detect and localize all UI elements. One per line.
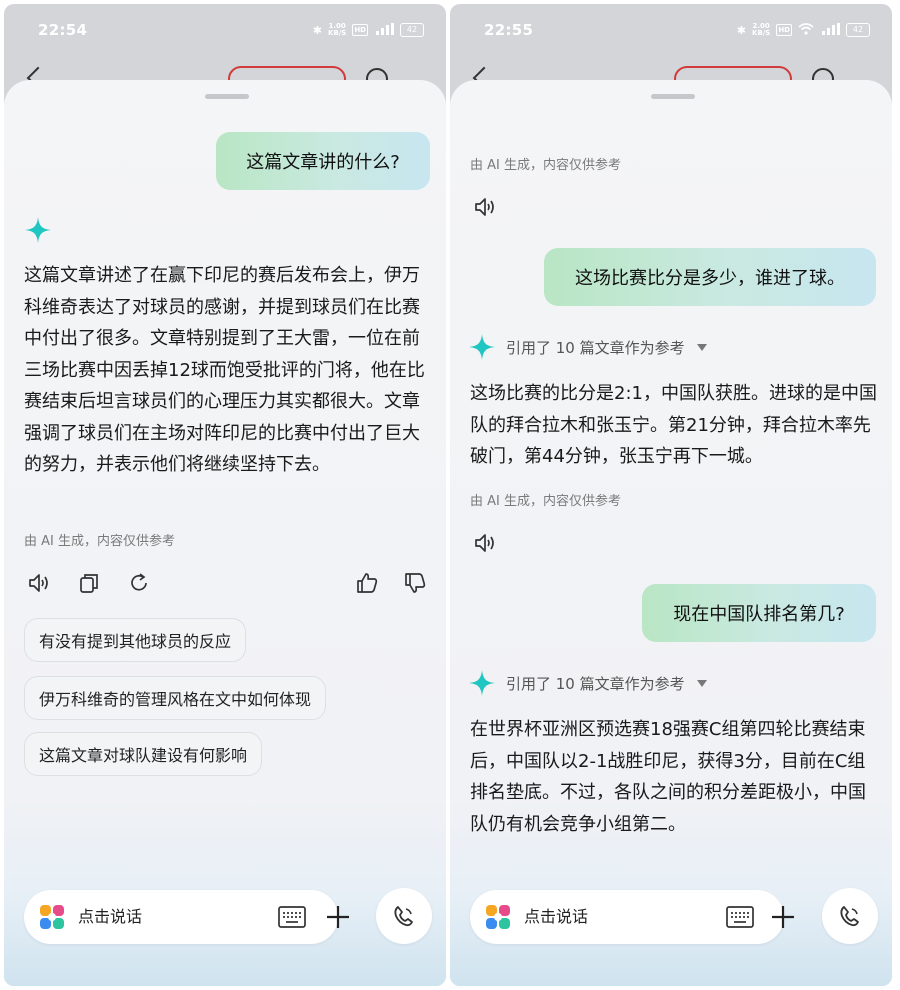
voice-call-button[interactable] xyxy=(822,888,878,944)
suggestion-chip[interactable]: 有没有提到其他球员的反应 xyxy=(24,618,247,662)
speaker-icon[interactable] xyxy=(26,570,52,596)
ai-disclaimer: 由 AI 生成，内容仅供参考 xyxy=(24,534,175,549)
signal-icon xyxy=(374,22,394,38)
net-speed-unit: KB/S xyxy=(751,29,771,37)
left-screen: 22:54 ✱ 1.00 KB/S HD 42 这篇文章讲的什么? 这篇文章讲述… xyxy=(4,4,446,986)
keyboard-icon[interactable] xyxy=(726,906,754,928)
ai-disclaimer: 由 AI 生成，内容仅供参考 xyxy=(470,158,621,173)
hd-badge: HD xyxy=(776,24,792,36)
thumbs-up-icon[interactable] xyxy=(354,570,380,596)
suggestion-chip[interactable]: 伊万科维奇的管理风格在文中如何体现 xyxy=(24,676,327,720)
voice-call-icon xyxy=(840,906,859,927)
sparkle-icon xyxy=(25,217,51,243)
chevron-down-icon xyxy=(696,679,707,687)
assistant-sheet: 这篇文章讲的什么? 这篇文章讲述了在赢下印尼的赛后发布会上，伊万科维奇表达了对球… xyxy=(4,80,446,986)
copy-icon[interactable] xyxy=(76,570,102,596)
keyboard-icon[interactable] xyxy=(278,906,306,928)
bluetooth-icon: ✱ xyxy=(312,23,322,37)
user-message-bubble: 现在中国队排名第几? xyxy=(642,584,876,642)
plus-icon[interactable] xyxy=(770,904,796,930)
ai-answer: 这篇文章讲述了在赢下印尼的赛后发布会上，伊万科维奇表达了对球员的感谢，并提到球员… xyxy=(24,265,425,475)
reference-label: 引用了 10 篇文章作为参考 xyxy=(506,338,685,357)
speaker-icon[interactable] xyxy=(472,530,498,556)
user-message-bubble: 这篇文章讲的什么? xyxy=(216,132,430,190)
reference-label: 引用了 10 篇文章作为参考 xyxy=(506,674,685,693)
status-time: 22:54 xyxy=(38,21,88,39)
right-screen: 22:55 ✱ 2.00 KB/S HD 42 由 AI 生成，内容仅供参考 这… xyxy=(450,4,892,986)
wifi-icon xyxy=(798,22,814,38)
status-icons: ✱ 1.00 KB/S HD 42 xyxy=(312,22,424,38)
thumbs-down-icon[interactable] xyxy=(402,570,428,596)
status-time: 22:55 xyxy=(484,21,534,39)
net-speed-unit: KB/S xyxy=(327,29,347,37)
status-icons: ✱ 2.00 KB/S HD 42 xyxy=(736,22,870,38)
voice-input-bar[interactable]: 点击说话 xyxy=(24,890,349,944)
status-bar: 22:55 ✱ 2.00 KB/S HD 42 xyxy=(450,4,892,56)
ai-disclaimer: 由 AI 生成，内容仅供参考 xyxy=(470,494,621,509)
hd-badge: HD xyxy=(352,24,368,36)
plus-icon[interactable] xyxy=(325,904,351,930)
user-message-bubble: 这场比赛比分是多少，谁进了球。 xyxy=(544,248,876,306)
ai-answer: 这场比赛的比分是2:1，中国队获胜。进球的是中国队的拜合拉木和张玉宁。第21分钟… xyxy=(470,383,877,467)
reference-dropdown[interactable]: 引用了 10 篇文章作为参考 xyxy=(506,336,707,358)
sparkle-icon xyxy=(469,670,495,696)
assistant-sheet: 由 AI 生成，内容仅供参考 这场比赛比分是多少，谁进了球。 引用了 10 篇文… xyxy=(450,80,892,986)
voice-input-label: 点击说话 xyxy=(78,907,143,926)
chevron-down-icon xyxy=(696,343,707,351)
battery-indicator: 42 xyxy=(846,23,870,37)
ai-answer: 在世界杯亚洲区预选赛18强赛C组第四轮比赛结束后，中国队以2-1战胜印尼，获得3… xyxy=(470,719,866,835)
voice-input-bar[interactable]: 点击说话 xyxy=(470,890,794,944)
sheet-grabber[interactable] xyxy=(651,94,695,99)
reference-dropdown[interactable]: 引用了 10 篇文章作为参考 xyxy=(506,672,707,694)
sheet-grabber[interactable] xyxy=(205,94,249,99)
voice-call-icon xyxy=(394,906,413,927)
sparkle-icon xyxy=(469,334,495,360)
app-logo-icon xyxy=(40,905,64,929)
signal-icon xyxy=(820,22,840,38)
app-logo-icon xyxy=(486,905,510,929)
network-speed: 1.00 KB/S xyxy=(328,23,346,37)
battery-indicator: 42 xyxy=(400,23,424,37)
status-bar: 22:54 ✱ 1.00 KB/S HD 42 xyxy=(4,4,446,56)
bluetooth-icon: ✱ xyxy=(736,23,746,37)
voice-input-label: 点击说话 xyxy=(524,907,589,926)
network-speed: 2.00 KB/S xyxy=(752,23,770,37)
refresh-icon[interactable] xyxy=(126,570,152,596)
suggestion-chip[interactable]: 这篇文章对球队建设有何影响 xyxy=(24,732,263,776)
speaker-icon[interactable] xyxy=(472,194,498,220)
voice-call-button[interactable] xyxy=(376,888,432,944)
